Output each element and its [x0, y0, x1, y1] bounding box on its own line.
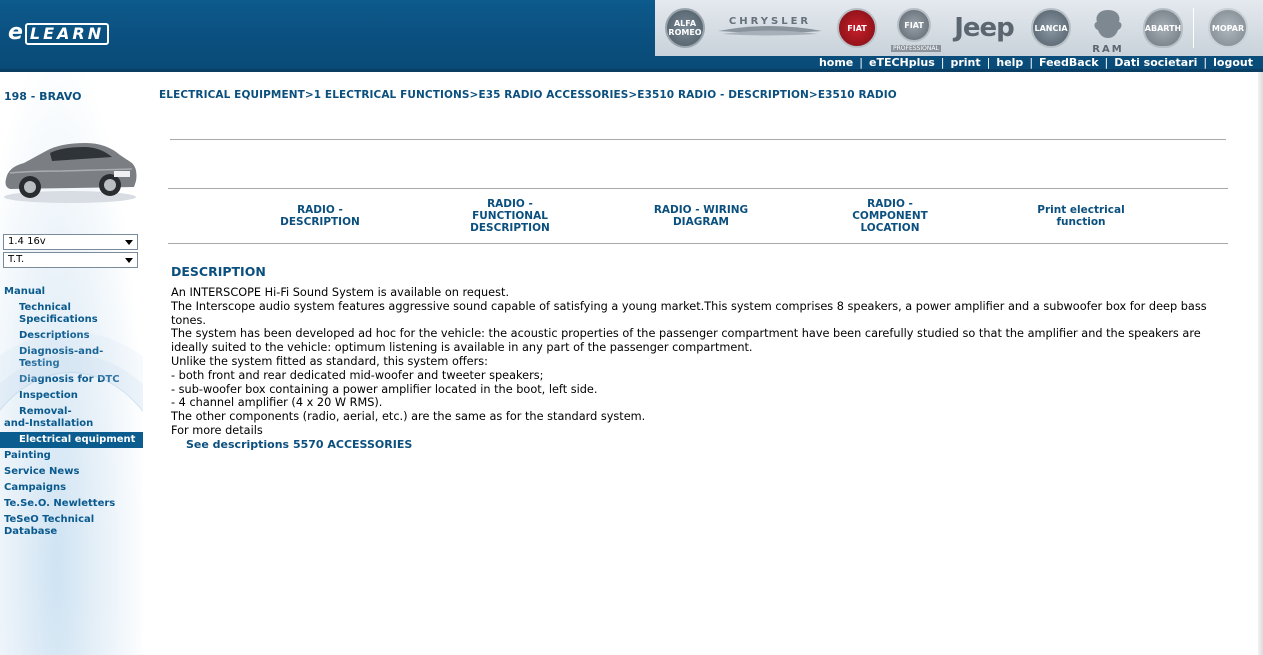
nav-dati-societari[interactable]: Dati societari: [1114, 56, 1197, 69]
nav-home[interactable]: home: [819, 56, 853, 69]
tab-radio-component-location[interactable]: RADIO - COMPONENT LOCATION: [820, 196, 960, 236]
brand-divider: [1193, 8, 1194, 48]
header-bottom-border: [0, 69, 1263, 72]
type-select-value: T.T.: [8, 254, 25, 265]
description-line: - both front and rear dedicated mid-woof…: [171, 368, 544, 382]
tab-radio-wiring-diagram[interactable]: RADIO - WIRING DIAGRAM: [631, 196, 771, 236]
nav-separator: |: [859, 56, 863, 69]
divider-tabs-top: [168, 188, 1228, 189]
menu-item-technical-specifications[interactable]: Technical Specifications: [0, 300, 143, 328]
description-line: The other components (radio, aerial, etc…: [171, 410, 646, 424]
ram-head-icon: [1094, 10, 1122, 38]
description-line: - 4 channel amplifier (4 x 20 W RMS).: [171, 396, 383, 410]
chevron-down-icon: [125, 240, 133, 245]
fiat-badge: FIAT: [837, 8, 877, 48]
tab-line: LOCATION: [860, 222, 920, 234]
elearn-logo[interactable]: e LEARN: [8, 20, 110, 45]
nav-feedback[interactable]: FeedBack: [1039, 56, 1099, 69]
nav-separator: |: [1029, 56, 1034, 69]
menu-item-service-news[interactable]: Service News: [0, 464, 143, 480]
nav-separator: |: [1104, 56, 1109, 69]
ram-wordmark: RAM: [1092, 44, 1124, 55]
tab-line: DESCRIPTION: [470, 222, 550, 234]
fiat-professional-logo-icon[interactable]: FIAT PROFESSIONAL: [889, 6, 941, 52]
tab-line: DIAGRAM: [672, 216, 729, 228]
alfa-romeo-logo-icon[interactable]: ALFA ROMEO: [663, 6, 707, 50]
alfa-romeo-badge: ALFA ROMEO: [665, 8, 705, 48]
car-image: [4, 143, 137, 203]
tab-radio-description[interactable]: RADIO - DESCRIPTION: [250, 196, 390, 236]
tab-line: COMPONENT: [852, 210, 928, 222]
menu-item-diagnosis-and-testing[interactable]: Diagnosis-and-Testing: [0, 344, 143, 372]
menu-item-electrical-equipment[interactable]: Electrical equipment: [0, 432, 143, 448]
top-navigation: home | eTECHplus | print | help | FeedBack | …: [819, 56, 1253, 69]
nav-separator: |: [986, 56, 991, 69]
logo-learn: LEARN: [24, 23, 110, 45]
description-line: The system has been developed ad hoc for…: [171, 327, 1201, 355]
ram-logo-icon[interactable]: RAM: [1083, 6, 1133, 55]
nav-logout[interactable]: logout: [1213, 56, 1253, 69]
brand-logos-panel: ALFA ROMEO CHRYSLER FIAT FIAT PROFESSION…: [655, 0, 1263, 56]
engine-select-value: 1.4 16v: [8, 236, 46, 247]
tab-line: RADIO -: [487, 198, 533, 210]
tab-radio-functional-description[interactable]: RADIO - FUNCTIONAL DESCRIPTION: [440, 196, 580, 236]
tab-line: RADIO - WIRING: [653, 204, 749, 216]
divider-top: [170, 139, 1226, 140]
menu-item-painting[interactable]: Painting: [0, 448, 143, 464]
menu-item-diagnosis-for-dtc[interactable]: Diagnosis for DTC: [0, 372, 143, 388]
nav-separator: |: [940, 56, 945, 69]
tab-print-electrical-function[interactable]: Print electrical function: [1011, 196, 1151, 236]
description-line: - sub-woofer box containing a power ampl…: [171, 382, 598, 396]
description-line: The Interscope audio system features agg…: [171, 299, 1207, 327]
mopar-logo-icon[interactable]: MOPAR: [1203, 6, 1253, 50]
description-line: For more details: [171, 423, 263, 437]
tab-line: RADIO -: [867, 198, 913, 210]
nav-print[interactable]: print: [950, 56, 980, 69]
tab-line: RADIO -: [297, 204, 343, 216]
menu-item-teseo-technical-database[interactable]: TeSeO Technical Database: [0, 512, 143, 540]
lancia-badge: LANCIA: [1031, 8, 1071, 48]
chrysler-wordmark: CHRYSLER: [728, 16, 812, 27]
menu-item-campaigns[interactable]: Campaigns: [0, 480, 143, 496]
divider-tabs-bottom: [168, 243, 1228, 244]
fiat-logo-icon[interactable]: FIAT: [835, 6, 879, 50]
sidebar-menu: Manual Technical Specifications Descript…: [0, 284, 143, 540]
tab-line: FUNCTIONAL: [472, 210, 548, 222]
sidebar: 198 - BRAVO 1.4 16v T.T. Manual Technica…: [0, 72, 143, 655]
jeep-wordmark: Jeep: [954, 13, 1015, 43]
chevron-down-icon: [125, 258, 133, 263]
breadcrumb[interactable]: ELECTRICAL EQUIPMENT>1 ELECTRICAL FUNCTI…: [159, 89, 897, 101]
menu-item-removal-and-installation[interactable]: Removal-and-Installation: [0, 404, 100, 432]
type-select[interactable]: T.T.: [3, 252, 138, 268]
model-title: 198 - BRAVO: [4, 90, 82, 103]
function-tabs: RADIO - DESCRIPTION RADIO - FUNCTIONAL DESC…: [230, 196, 1180, 236]
description-body: An INTERSCOPE Hi-Fi Sound System is avai…: [171, 286, 1231, 438]
menu-item-teseo-newletters[interactable]: Te.Se.O. Newletters: [0, 496, 143, 512]
chrysler-logo-icon[interactable]: CHRYSLER: [715, 6, 825, 50]
engine-select[interactable]: 1.4 16v: [3, 234, 138, 250]
logo-e: e: [8, 20, 25, 45]
jeep-logo-icon[interactable]: Jeep: [949, 6, 1019, 50]
window-right-edge: [1258, 72, 1263, 655]
abarth-badge: ABARTH: [1143, 8, 1183, 48]
tab-line: Print electrical: [1037, 204, 1125, 216]
header-bar: e LEARN ALFA ROMEO CHRYSLER FIAT FIAT PRO…: [0, 0, 1263, 72]
description-line: An INTERSCOPE Hi-Fi Sound System is avai…: [171, 286, 510, 299]
menu-item-manual[interactable]: Manual: [0, 284, 143, 300]
see-descriptions-link[interactable]: See descriptions 5570 ACCESSORIES: [186, 438, 412, 451]
abarth-logo-icon[interactable]: ABARTH: [1141, 6, 1185, 50]
fiat-professional-badge: FIAT: [897, 8, 931, 42]
nav-help[interactable]: help: [996, 56, 1023, 69]
nav-etechplus[interactable]: eTECHplus: [869, 56, 935, 69]
tab-line: function: [1056, 216, 1106, 228]
menu-item-inspection[interactable]: Inspection: [0, 388, 143, 404]
lancia-logo-icon[interactable]: LANCIA: [1029, 6, 1073, 50]
description-line: Unlike the system fitted as standard, th…: [171, 354, 488, 368]
tab-line: DESCRIPTION: [280, 216, 360, 228]
fiat-professional-sub: PROFESSIONAL: [891, 45, 941, 52]
description-title: DESCRIPTION: [171, 264, 266, 279]
menu-item-descriptions[interactable]: Descriptions: [0, 328, 143, 344]
nav-separator: |: [1203, 56, 1208, 69]
mopar-badge: MOPAR: [1208, 8, 1248, 48]
